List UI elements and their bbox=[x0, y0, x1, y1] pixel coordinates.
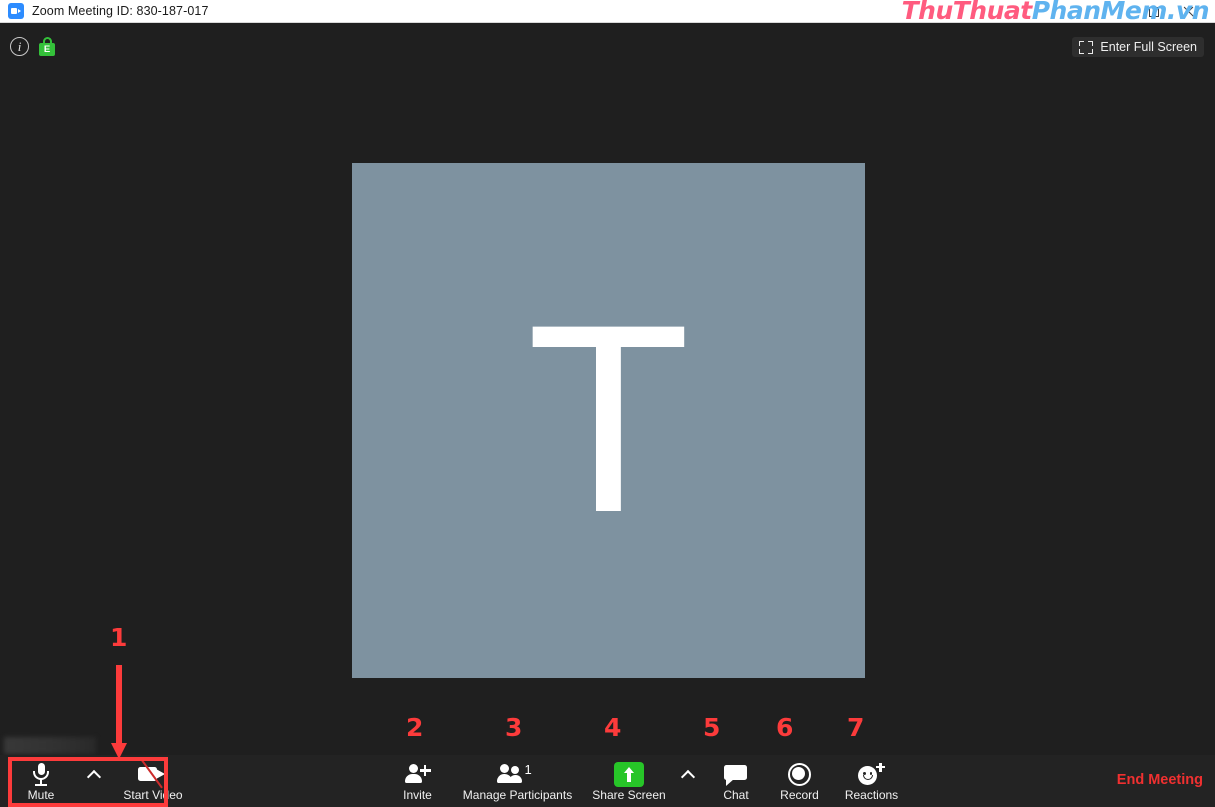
zoom-video-icon bbox=[8, 3, 24, 19]
participant-video-tile[interactable]: T bbox=[352, 163, 865, 678]
camera-off-icon bbox=[137, 759, 169, 789]
toolbar-center-group: Invite 1 Manage Participants Share Scree… bbox=[390, 755, 908, 807]
reactions-label: Reactions bbox=[844, 788, 899, 802]
maximize-icon bbox=[1149, 6, 1159, 17]
participant-count-badge: 1 bbox=[524, 762, 532, 777]
chat-label: Chat bbox=[723, 788, 749, 802]
mute-label: Mute bbox=[27, 788, 55, 802]
toolbar-left-group: Mute Start Video bbox=[8, 755, 192, 807]
invite-button[interactable]: Invite bbox=[390, 755, 445, 807]
avatar-initial: T bbox=[526, 267, 691, 568]
person-add-icon bbox=[404, 761, 431, 787]
enter-full-screen-label: Enter Full Screen bbox=[1100, 40, 1197, 54]
annotation-number-5: 5 bbox=[703, 713, 721, 742]
encryption-lock-icon[interactable]: E bbox=[39, 37, 55, 56]
close-button[interactable] bbox=[1173, 0, 1203, 23]
annotation-arrow-down bbox=[111, 665, 127, 761]
close-icon bbox=[1182, 6, 1194, 18]
annotation-number-4: 4 bbox=[604, 713, 622, 742]
share-screen-label: Share Screen bbox=[592, 788, 666, 802]
start-video-button[interactable]: Start Video bbox=[114, 755, 192, 807]
participant-name-redacted bbox=[4, 737, 96, 754]
fullscreen-icon bbox=[1079, 40, 1094, 54]
reactions-button[interactable]: Reactions bbox=[835, 755, 908, 807]
microphone-icon bbox=[30, 761, 52, 787]
end-meeting-button[interactable]: End Meeting bbox=[1117, 772, 1203, 788]
annotation-number-6: 6 bbox=[776, 713, 794, 742]
chat-button[interactable]: Chat bbox=[708, 755, 764, 807]
audio-options-button[interactable] bbox=[74, 755, 114, 807]
record-circle-icon bbox=[788, 761, 811, 787]
meeting-stage: i E Enter Full Screen T bbox=[0, 23, 1215, 807]
record-button[interactable]: Record bbox=[764, 755, 835, 807]
window-titlebar: Zoom Meeting ID: 830-187-017 bbox=[0, 0, 1215, 23]
mute-button[interactable]: Mute bbox=[8, 755, 74, 807]
maximize-button[interactable] bbox=[1139, 0, 1169, 23]
encryption-badge-label: E bbox=[39, 43, 55, 56]
manage-participants-button[interactable]: 1 Manage Participants bbox=[445, 755, 590, 807]
annotation-number-7: 7 bbox=[847, 713, 865, 742]
chat-bubble-icon bbox=[724, 761, 748, 787]
start-video-label: Start Video bbox=[123, 788, 183, 802]
info-icon[interactable]: i bbox=[10, 37, 29, 56]
smiley-plus-icon bbox=[858, 761, 885, 787]
annotation-number-2: 2 bbox=[406, 713, 424, 742]
manage-participants-label: Manage Participants bbox=[462, 788, 573, 802]
enter-full-screen-button[interactable]: Enter Full Screen bbox=[1072, 37, 1204, 57]
share-options-button[interactable] bbox=[668, 755, 708, 807]
record-label: Record bbox=[780, 788, 819, 802]
share-screen-arrow-icon bbox=[614, 761, 644, 787]
annotation-number-3: 3 bbox=[505, 713, 523, 742]
chevron-up-icon bbox=[88, 761, 101, 787]
window-title: Zoom Meeting ID: 830-187-017 bbox=[32, 4, 209, 18]
chevron-up-icon bbox=[682, 761, 695, 787]
people-icon: 1 bbox=[496, 761, 538, 787]
zoom-meeting-window: Zoom Meeting ID: 830-187-017 ThuThuatPha… bbox=[0, 0, 1215, 807]
share-screen-button[interactable]: Share Screen bbox=[590, 755, 668, 807]
annotation-number-1: 1 bbox=[110, 623, 128, 652]
meeting-controls-toolbar: Mute Start Video Invite 1 Manage Partici… bbox=[0, 755, 1215, 807]
invite-label: Invite bbox=[403, 788, 432, 802]
meeting-status-icons: i E bbox=[10, 37, 55, 56]
